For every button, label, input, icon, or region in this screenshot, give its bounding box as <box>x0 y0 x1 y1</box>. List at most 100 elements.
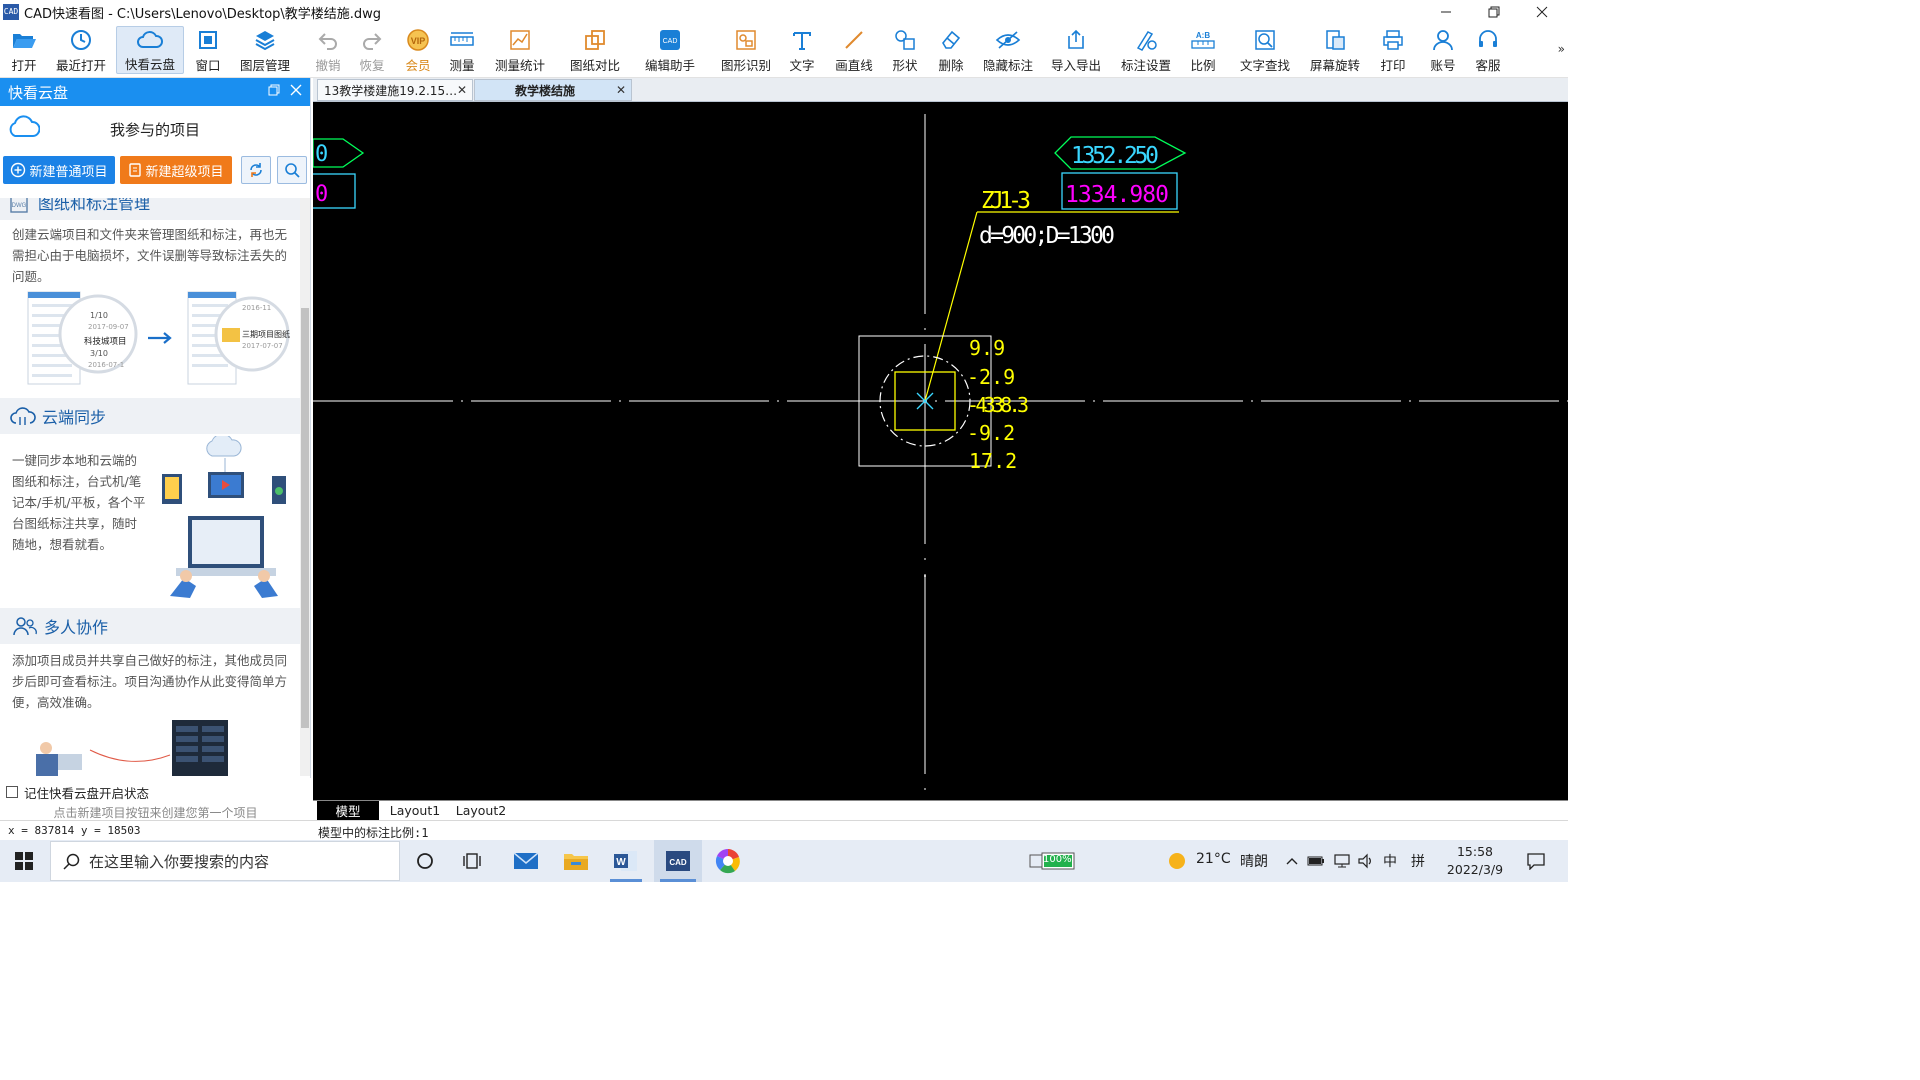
toolbar-line-button[interactable]: 画直线 <box>832 26 876 74</box>
toolbar-scale-button[interactable]: A:B 比例 <box>1186 26 1220 74</box>
toolbar-layers-button[interactable]: 图层管理 <box>236 26 294 74</box>
toolbar-text-search-button[interactable]: 文字查找 <box>1236 26 1294 74</box>
sync-button[interactable] <box>241 156 271 184</box>
tab-layout1[interactable]: Layout1 <box>383 801 447 820</box>
line-icon <box>840 28 868 52</box>
toolbar-shape-recognition-button[interactable]: 图形识别 <box>718 26 774 74</box>
cortana-button[interactable] <box>404 840 446 882</box>
toolbar-vip-button[interactable]: VIP 会员 <box>400 26 436 74</box>
toolbar-label: 恢复 <box>359 58 385 73</box>
vip-icon: VIP <box>404 28 432 52</box>
toolbar-label: 最近打开 <box>55 58 106 73</box>
tab-model[interactable]: 模型 <box>317 801 379 820</box>
toolbar-open-button[interactable]: 打开 <box>2 26 46 74</box>
axis-dot <box>924 575 926 577</box>
taskbar-word-button[interactable]: W <box>604 840 648 882</box>
section-title: 云端同步 <box>42 408 107 427</box>
tab-close-icon[interactable]: ✕ <box>457 83 467 97</box>
toolbar-rotate-screen-button[interactable]: 屏幕旋转 <box>1306 26 1364 74</box>
restore-icon <box>1488 6 1500 18</box>
battery-indicator[interactable]: 100% <box>1024 840 1080 882</box>
pile-id: ZJ1-3 <box>981 188 1031 214</box>
toolbar-more-button[interactable]: » <box>1558 42 1565 56</box>
weather-widget[interactable] <box>1164 840 1190 882</box>
illus-left-1: 1/10 <box>90 311 108 320</box>
toolbar-window-button[interactable]: 窗口 <box>190 26 226 74</box>
folder-open-icon <box>10 28 38 52</box>
scrollbar-thumb[interactable] <box>301 308 309 728</box>
toolbar-measure-button[interactable]: 测量 <box>444 26 480 74</box>
notification-center-button[interactable] <box>1516 840 1556 882</box>
task-view-icon <box>463 853 481 869</box>
tray-battery-button[interactable] <box>1304 840 1328 882</box>
toolbar-account-button[interactable]: 账号 <box>1426 26 1460 74</box>
new-normal-project-button[interactable]: 新建普通项目 <box>3 156 115 184</box>
toolbar-label: 打印 <box>1380 58 1406 73</box>
tab-layout2[interactable]: Layout2 <box>449 801 513 820</box>
feature-intro-list[interactable]: DWG 图纸和标注管理 创建云端项目和文件夹来管理图纸和标注，再也无需担心由于电… <box>0 198 300 776</box>
svg-text:VIP: VIP <box>411 36 426 46</box>
taskbar-explorer-button[interactable] <box>554 840 598 882</box>
taskbar-cad-button[interactable]: CAD <box>654 840 702 882</box>
taskbar-browser-button[interactable] <box>706 840 750 882</box>
weather-description[interactable]: 晴朗 <box>1240 851 1268 871</box>
minimize-button[interactable] <box>1422 0 1470 24</box>
toolbar-label: 窗口 <box>195 58 221 73</box>
tab-architecture-drawing[interactable]: 13教学楼建施19.2.15… ✕ <box>317 79 473 101</box>
drawing-canvas[interactable]: 0 0 1352.250 1334.980 ZJ1-3 d=900;D=1300… <box>313 102 1568 800</box>
text-search-icon <box>1251 28 1279 52</box>
tray-overflow-button[interactable] <box>1282 840 1302 882</box>
tray-network-button[interactable] <box>1330 840 1354 882</box>
toolbar-shapes-button[interactable]: 形状 <box>888 26 922 74</box>
toolbar-import-export-button[interactable]: 导入导出 <box>1048 26 1104 74</box>
ime-mode[interactable]: 拼 <box>1411 851 1425 871</box>
new-super-project-button[interactable]: 新建超级项目 <box>120 156 232 184</box>
tab-close-icon[interactable]: ✕ <box>616 83 626 97</box>
toolbar-recent-button[interactable]: 最近打开 <box>52 26 110 74</box>
taskbar-search-input[interactable]: 在这里输入你要搜索的内容 <box>50 841 400 881</box>
start-button[interactable] <box>0 840 48 882</box>
remember-state-checkbox[interactable] <box>6 786 18 798</box>
task-view-button[interactable] <box>452 840 494 882</box>
toolbar-measure-stats-button[interactable]: 测量统计 <box>492 26 548 74</box>
search-project-button[interactable] <box>277 156 307 184</box>
toolbar-delete-button[interactable]: 删除 <box>934 26 968 74</box>
word-icon: W <box>614 851 637 871</box>
scale-icon: A:B <box>1189 28 1217 52</box>
document-tabs: 13教学楼建施19.2.15… ✕ 教学楼结施 ✕ <box>313 78 1568 102</box>
tray-volume-button[interactable] <box>1354 840 1378 882</box>
toolbar-label: 文字 <box>789 58 815 73</box>
cortana-circle-icon <box>417 853 433 869</box>
toolbar-annotation-settings-button[interactable]: 标注设置 <box>1118 26 1174 74</box>
windows-logo-icon <box>15 852 33 870</box>
button-label: 新建超级项目 <box>145 164 224 180</box>
value-3: -4338.3 <box>967 393 1029 417</box>
weather-temperature[interactable]: 21°C <box>1196 851 1231 867</box>
clock-date: 2022/3/9 <box>1446 862 1504 877</box>
restore-button[interactable] <box>1470 0 1518 24</box>
toolbar-edit-assistant-button[interactable]: CAD 编辑助手 <box>642 26 698 74</box>
value-4: -9.2 <box>967 421 1015 445</box>
close-icon <box>290 84 302 96</box>
toolbar-compare-button[interactable]: 图纸对比 <box>566 26 624 74</box>
ime-language[interactable]: 中 <box>1383 851 1397 871</box>
search-icon <box>63 853 80 870</box>
taskbar-clock[interactable]: 15:58 2022/3/9 <box>1440 843 1510 879</box>
taskbar-mail-button[interactable] <box>504 840 548 882</box>
panel-float-button[interactable] <box>268 84 280 100</box>
panel-close-button[interactable] <box>290 84 302 100</box>
toolbar-undo-button[interactable]: 撤销 <box>310 26 346 74</box>
close-button[interactable] <box>1518 0 1566 24</box>
toolbar-label: 图纸对比 <box>569 58 620 73</box>
toolbar-redo-button[interactable]: 恢复 <box>354 26 390 74</box>
toolbar-cloud-button[interactable]: 快看云盘 <box>116 26 184 74</box>
toolbar-print-button[interactable]: 打印 <box>1376 26 1410 74</box>
toolbar-text-button[interactable]: 文字 <box>786 26 818 74</box>
project-header: 我参与的项目 <box>0 106 310 152</box>
remember-state-label[interactable]: 记住快看云盘开启状态 <box>24 783 149 802</box>
toolbar-support-button[interactable]: 客服 <box>1470 26 1506 74</box>
left-elevation-top: 0 <box>315 142 328 167</box>
tab-structure-drawing[interactable]: 教学楼结施 ✕ <box>474 79 632 101</box>
panel-scrollbar[interactable] <box>300 198 310 776</box>
toolbar-hide-annotations-button[interactable]: 隐藏标注 <box>980 26 1036 74</box>
